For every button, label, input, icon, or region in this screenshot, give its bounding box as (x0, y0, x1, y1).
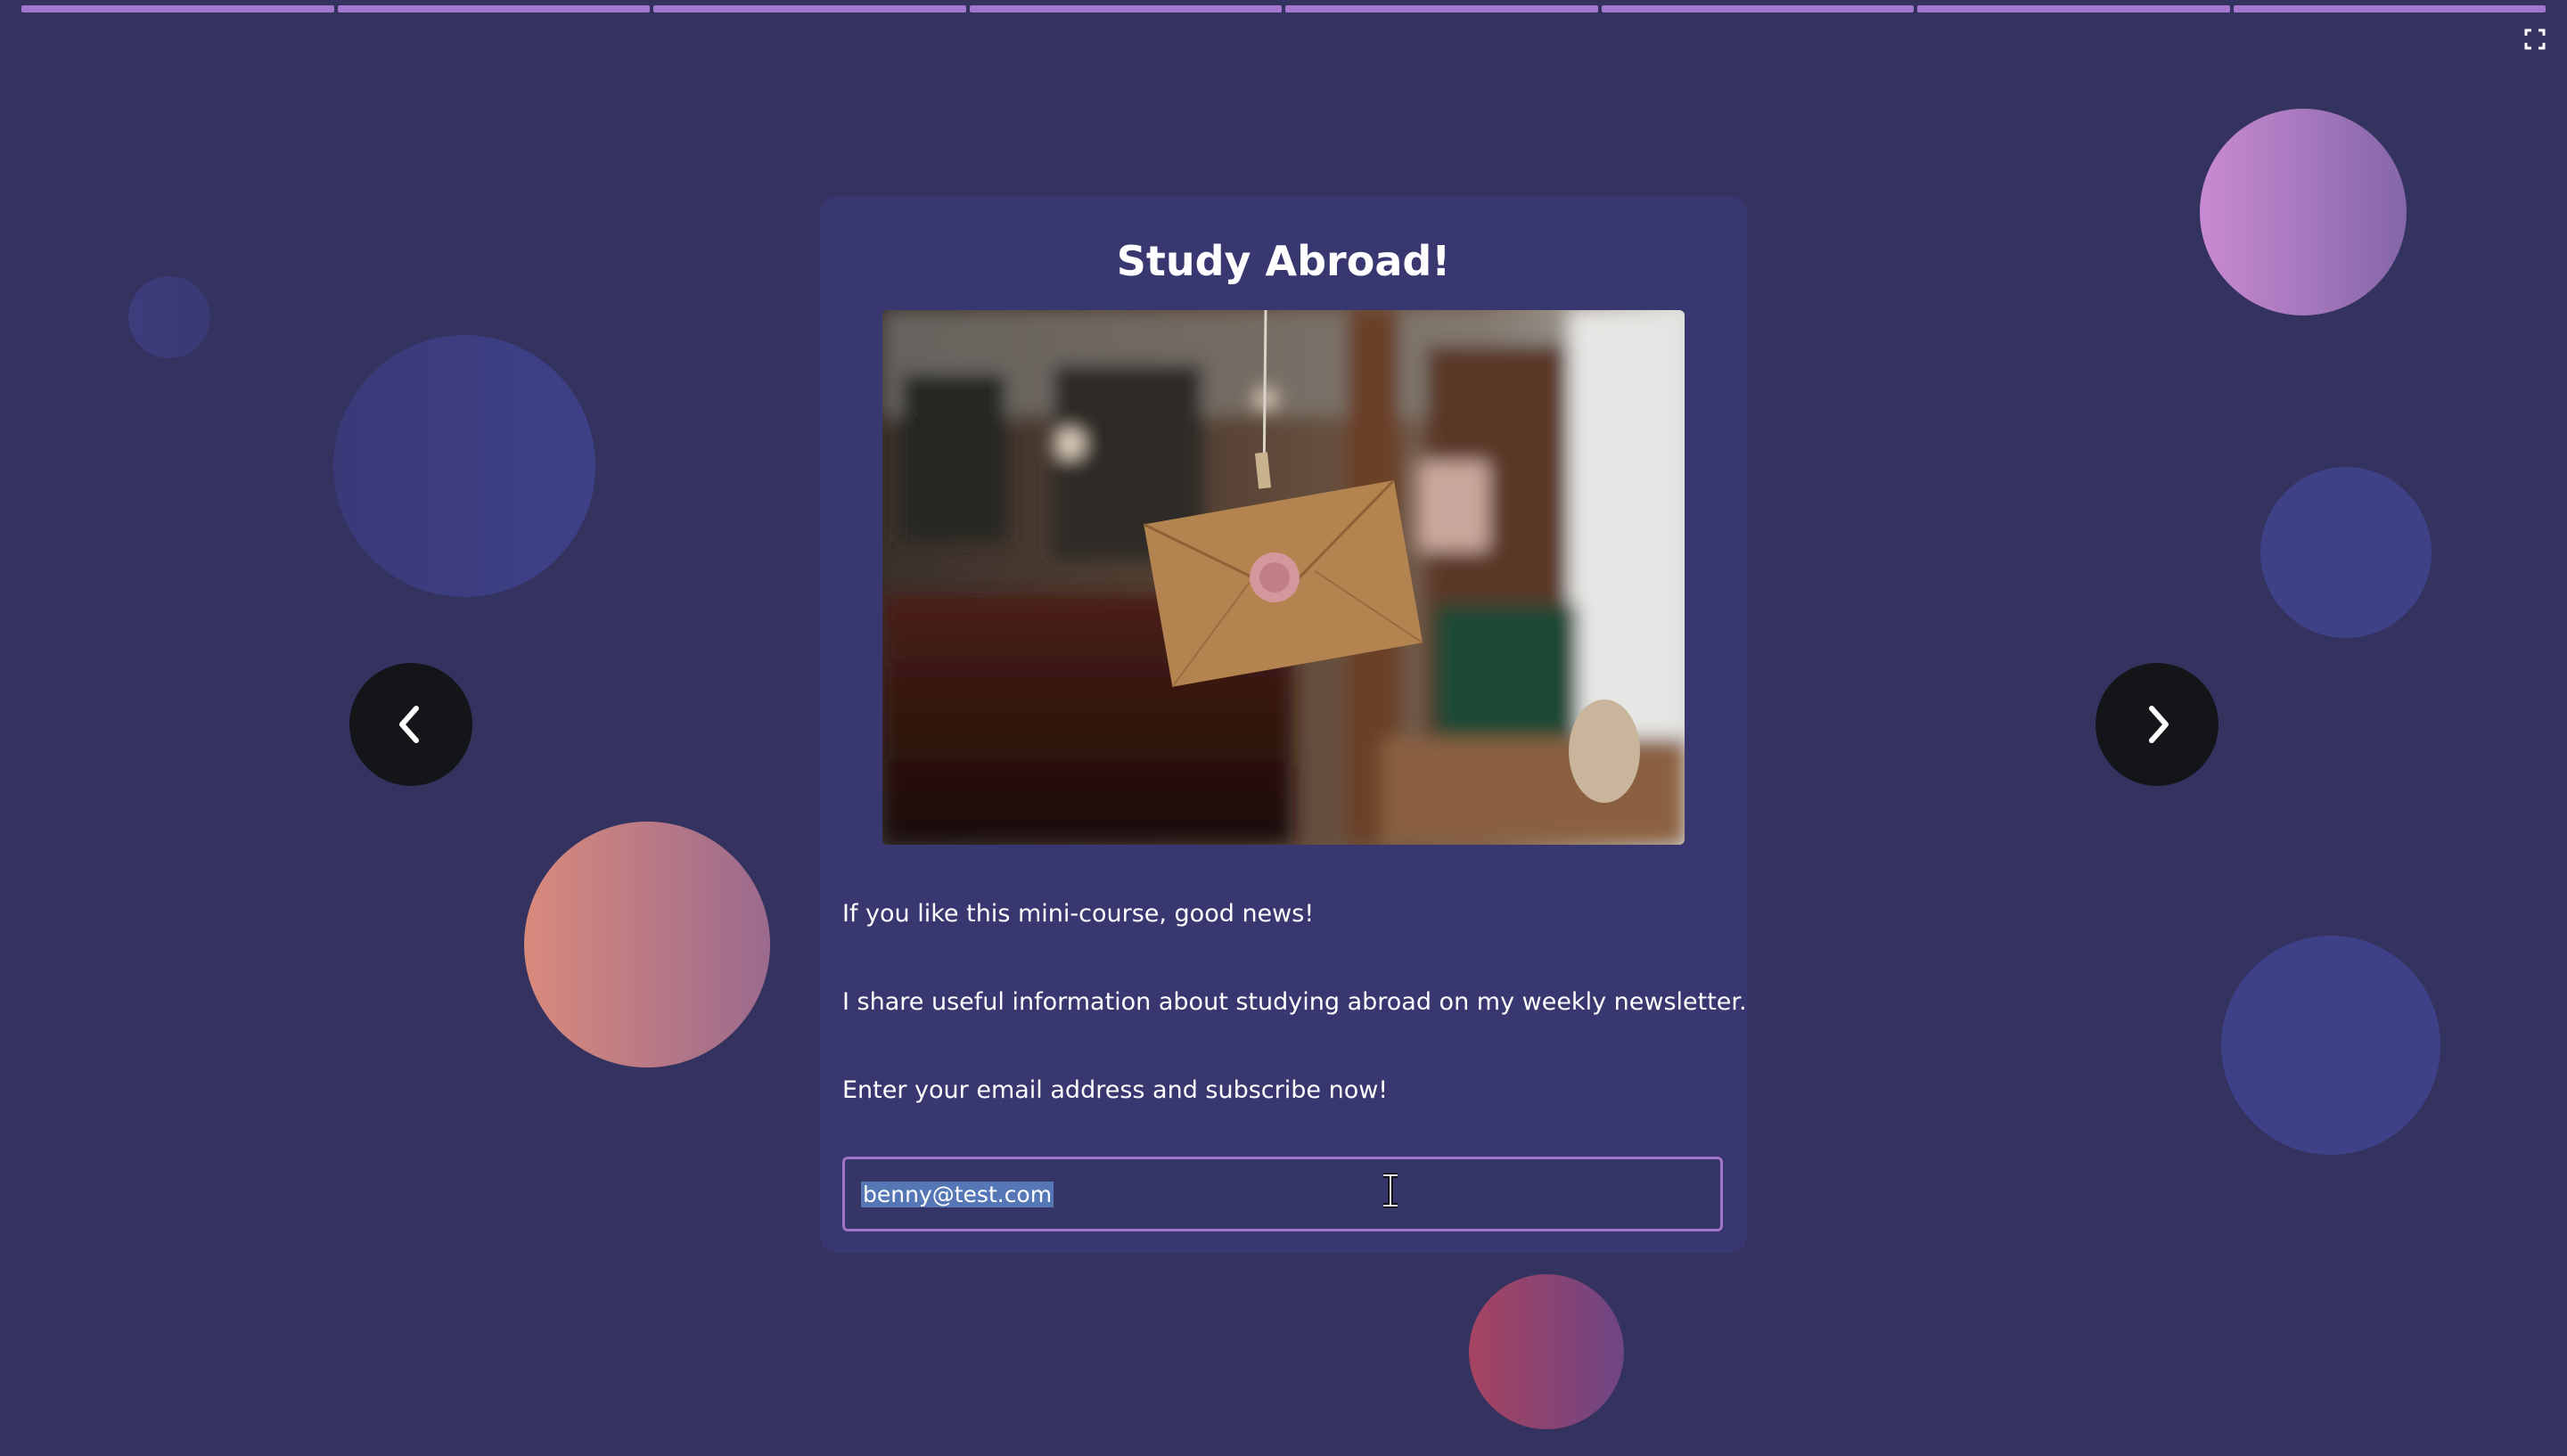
progress-bar (21, 5, 2546, 12)
slide-card: Study Abroad! If you like this mini-cour… (820, 196, 1747, 1253)
paragraph-good-news: If you like this mini-course, good news! (842, 900, 1315, 928)
chevron-right-icon (2149, 706, 2169, 743)
envelope-photo (882, 310, 1685, 845)
chevron-left-icon (399, 706, 419, 743)
progress-segment (1601, 5, 1914, 12)
next-slide-button[interactable] (2095, 663, 2218, 786)
email-input[interactable]: benny@test.com (842, 1157, 1723, 1231)
decorative-bubble (2221, 936, 2440, 1155)
progress-segment (21, 5, 334, 12)
progress-segment (653, 5, 966, 12)
slide-title: Study Abroad! (1116, 237, 1451, 285)
decorative-bubble (2260, 467, 2432, 638)
paragraph-newsletter: I share useful information about studyin… (842, 988, 1747, 1016)
progress-segment (2233, 5, 2546, 12)
previous-slide-button[interactable] (349, 663, 472, 786)
decorative-bubble (333, 335, 595, 597)
progress-segment (337, 5, 650, 12)
progress-segment (1285, 5, 1598, 12)
fullscreen-icon (2524, 29, 2546, 50)
progress-segment (969, 5, 1282, 12)
text-cursor-icon (1383, 1173, 1398, 1208)
decorative-bubble (524, 822, 770, 1067)
paragraph-subscribe: Enter your email address and subscribe n… (842, 1076, 1389, 1104)
decorative-bubble (1469, 1274, 1624, 1429)
fullscreen-button[interactable] (2522, 27, 2547, 52)
email-input-value: benny@test.com (861, 1181, 1054, 1207)
decorative-bubble (2200, 109, 2407, 315)
progress-segment (1917, 5, 2230, 12)
decorative-bubble (128, 276, 210, 358)
